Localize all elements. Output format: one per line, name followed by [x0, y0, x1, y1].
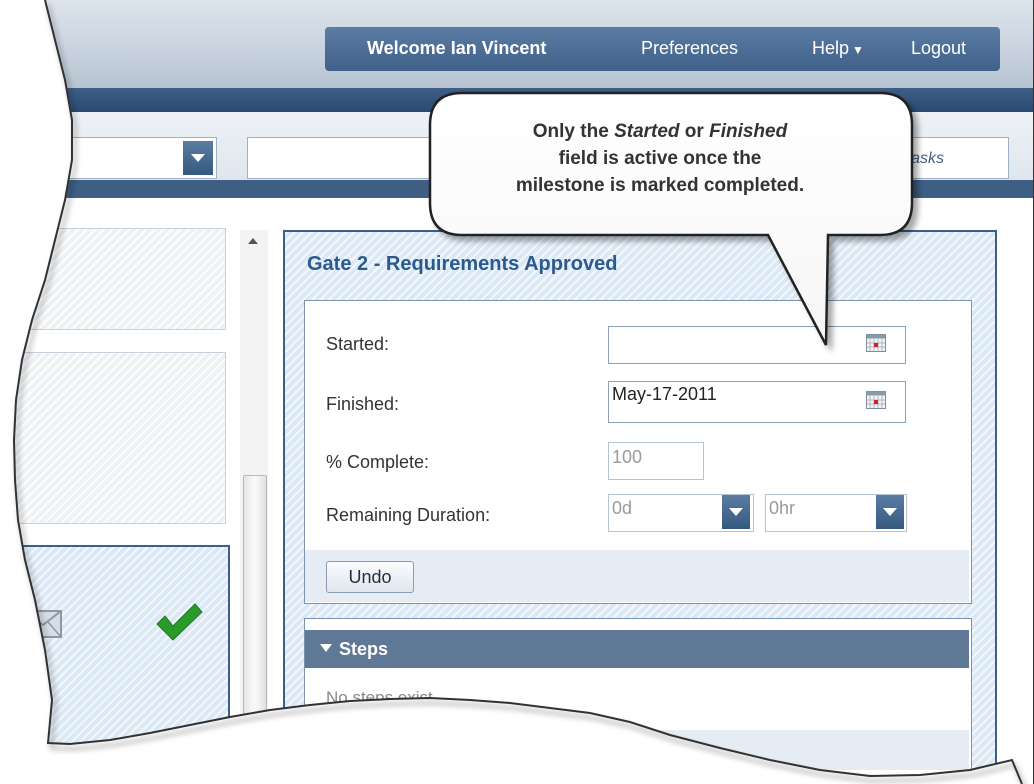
callout-line-2: field is active once the	[558, 148, 762, 169]
callout-finished-word: Finished	[709, 121, 788, 142]
callout-line-3: milestone is marked completed.	[515, 175, 805, 196]
callout-text-part: or	[679, 121, 710, 142]
callout-text-part: Only the	[532, 121, 615, 142]
callout-started-word: Started	[614, 121, 680, 142]
application-window: Welcome Ian Vincent Preferences Help ▼ Lo…	[0, 0, 1034, 784]
callout-text: Only the Started or Finished field is ac…	[430, 118, 890, 199]
callout-line-1: Only the Started or Finished	[430, 118, 890, 145]
